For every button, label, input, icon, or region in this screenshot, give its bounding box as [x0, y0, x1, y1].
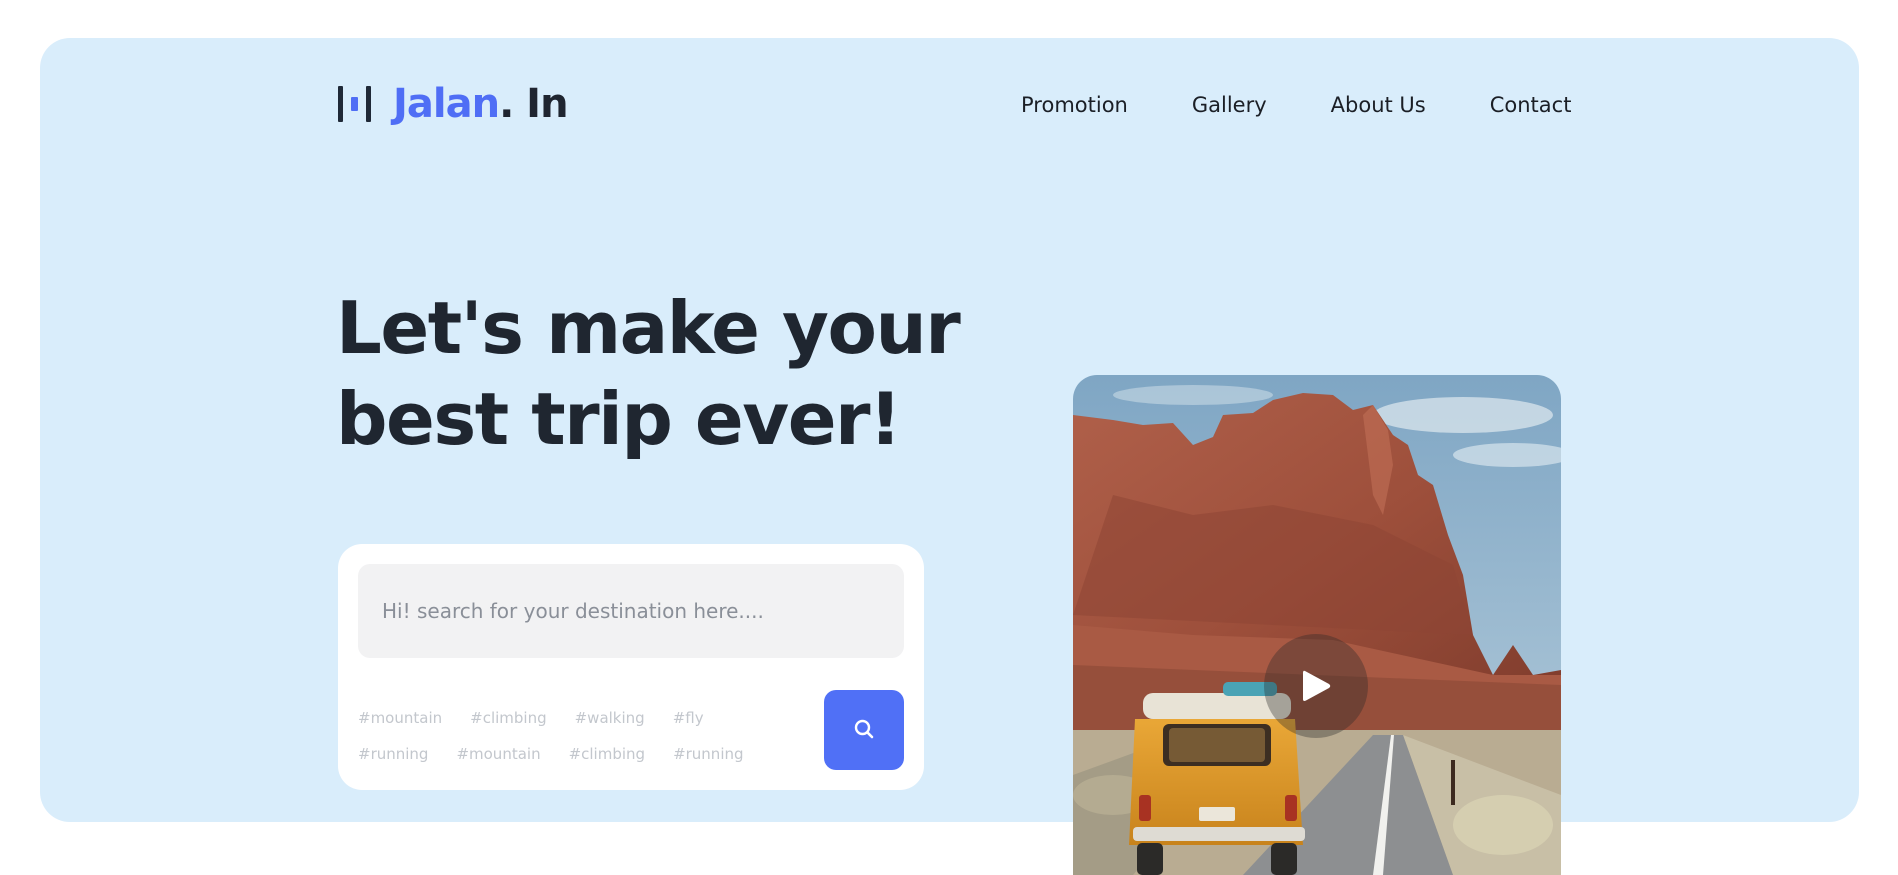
tag-walking[interactable]: #walking: [575, 709, 645, 727]
tag-row: #mountain #climbing #walking #fly: [358, 700, 778, 736]
tag-row: #running #mountain #climbing #running: [358, 736, 778, 772]
nav-link-gallery[interactable]: Gallery: [1192, 90, 1267, 120]
search-button[interactable]: [824, 690, 904, 770]
hero-image-card: [1073, 375, 1561, 875]
logo-suffix: . In: [499, 81, 568, 127]
tag-climbing[interactable]: #climbing: [569, 745, 645, 763]
headline-line-1: Let's make your: [336, 286, 961, 370]
play-icon: [1303, 670, 1331, 701]
tag-running[interactable]: #running: [673, 745, 743, 763]
headline-line-2: best trip ever!: [336, 377, 902, 461]
nav-link-about-us[interactable]: About Us: [1331, 90, 1426, 120]
logo-text: Jalan. In: [393, 81, 569, 127]
logo-mark-icon: [338, 86, 371, 122]
tag-climbing[interactable]: #climbing: [470, 709, 546, 727]
tag-running[interactable]: #running: [358, 745, 428, 763]
search-icon: [853, 718, 875, 743]
logo[interactable]: Jalan. In: [338, 81, 569, 127]
nav-link-promotion[interactable]: Promotion: [1021, 90, 1128, 120]
nav-link-contact[interactable]: Contact: [1490, 90, 1572, 120]
canyon-van-photo: [1073, 375, 1561, 875]
play-button[interactable]: [1264, 634, 1368, 738]
hero-headline: Let's make your best trip ever!: [336, 283, 976, 465]
search-card: #mountain #climbing #walking #fly #runni…: [338, 544, 924, 790]
logo-brand: Jalan: [393, 81, 500, 127]
tag-mountain[interactable]: #mountain: [456, 745, 540, 763]
landing-page: Jalan. In Promotion Gallery About Us Con…: [0, 0, 1898, 875]
tag-list: #mountain #climbing #walking #fly #runni…: [358, 700, 778, 772]
tag-fly[interactable]: #fly: [673, 709, 704, 727]
tag-mountain[interactable]: #mountain: [358, 709, 442, 727]
main-nav: Promotion Gallery About Us Contact: [1021, 90, 1571, 120]
search-input[interactable]: [358, 564, 904, 658]
